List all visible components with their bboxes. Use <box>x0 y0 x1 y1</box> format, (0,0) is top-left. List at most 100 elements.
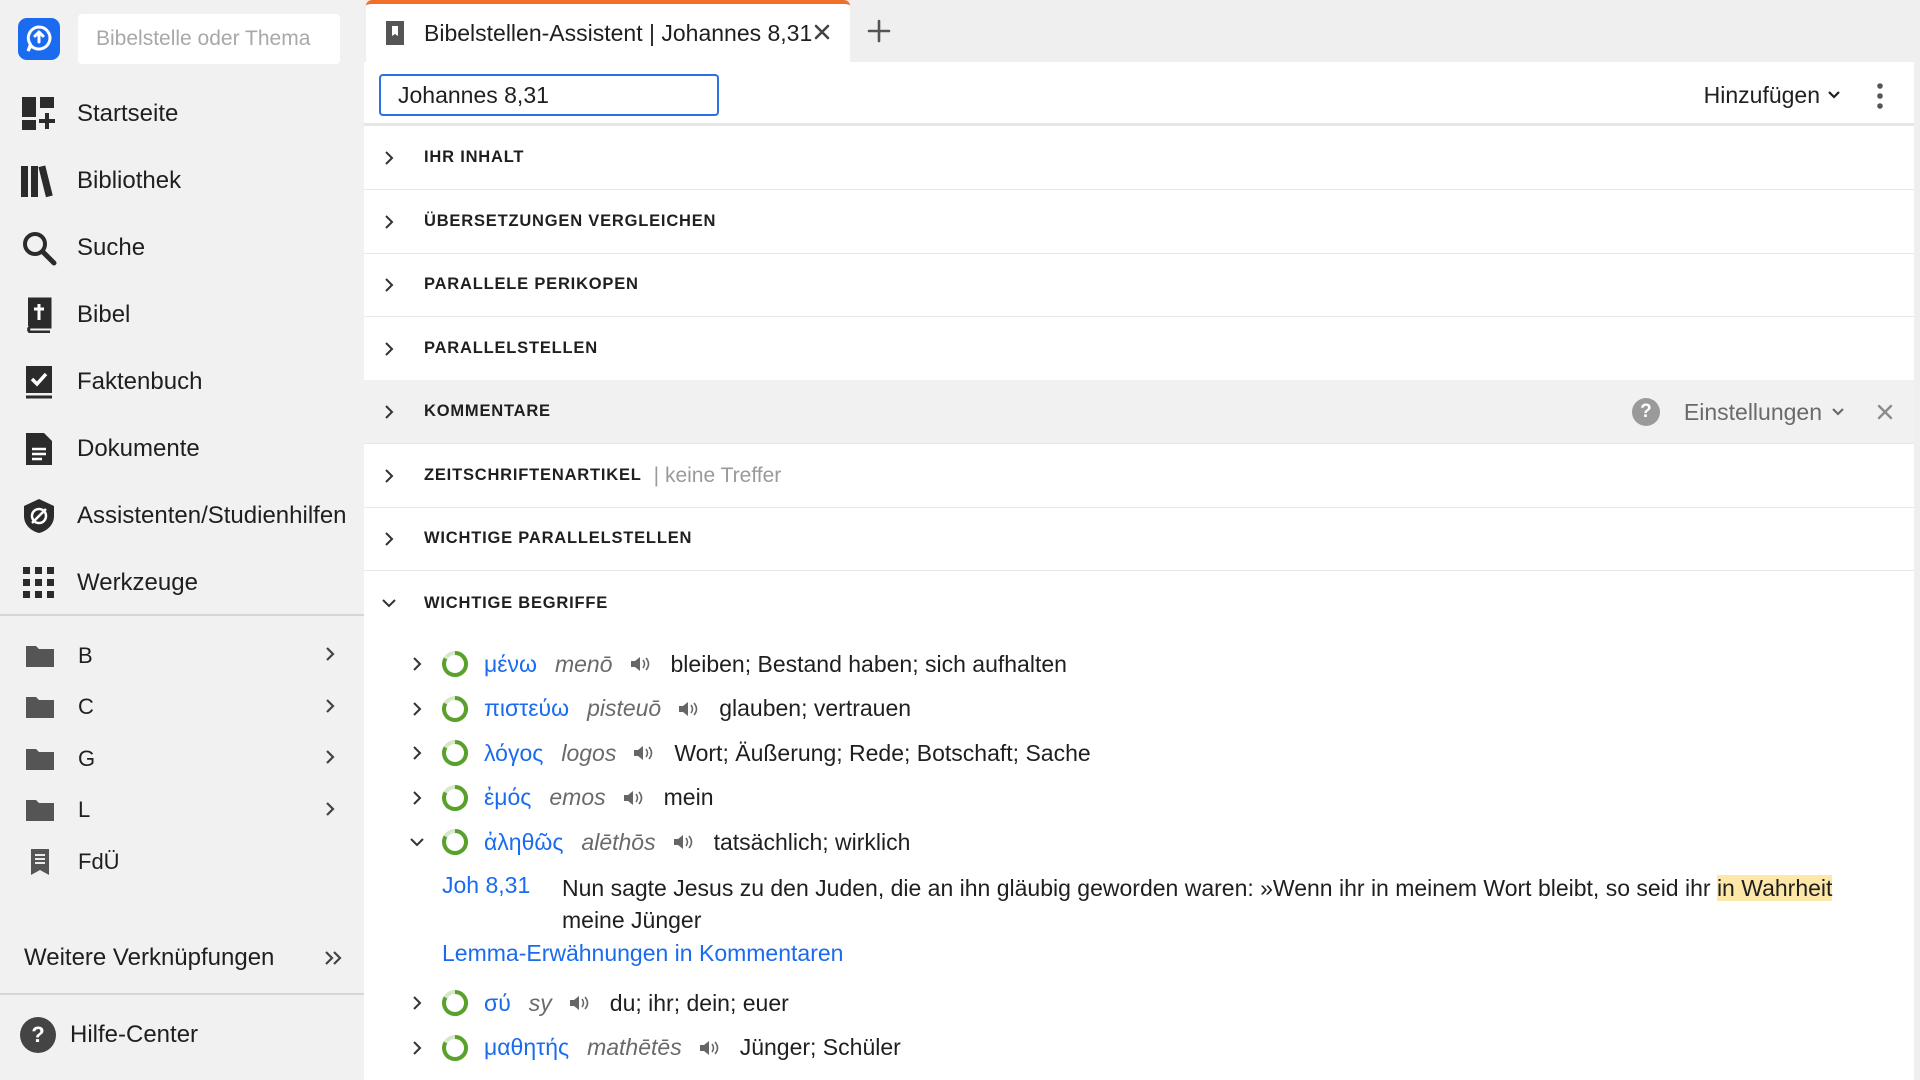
app-logo-icon[interactable] <box>18 18 60 60</box>
section-ihr-inhalt[interactable]: IHR INHALT <box>364 126 1914 190</box>
folder-icon <box>24 795 56 825</box>
folder-icon <box>24 692 56 722</box>
term-gloss: Wort; Äußerung; Rede; Botschaft; Sache <box>674 739 1091 766</box>
section-wichtige-parallelstellen[interactable]: WICHTIGE PARALLELSTELLEN <box>364 507 1914 571</box>
sidebar-item-label: Suche <box>77 233 146 261</box>
folder-label: G <box>78 745 96 771</box>
term-lemma-link[interactable]: λόγος <box>484 740 543 767</box>
term-gloss: glauben; vertrauen <box>719 695 912 721</box>
chevron-right-icon[interactable] <box>408 1039 426 1057</box>
more-vertical-icon[interactable] <box>1874 82 1886 110</box>
sidebar-item-startseite[interactable]: Startseite <box>0 80 364 147</box>
term-row: μαθητής mathētēs Jünger; Schüler <box>408 1026 901 1070</box>
section-parallelstellen[interactable]: PARALLELSTELLEN <box>364 317 1914 381</box>
term-lemma-link[interactable]: σύ <box>484 990 511 1017</box>
reference-input[interactable] <box>379 74 719 116</box>
document-icon <box>20 430 58 468</box>
term-transliteration: emos <box>549 784 606 810</box>
chevron-right-icon <box>385 214 394 229</box>
verse-reference-link[interactable]: Joh 8,31 <box>442 872 530 899</box>
settings-dropdown[interactable]: Einstellungen <box>1684 399 1846 426</box>
chevron-down-icon <box>1832 408 1844 416</box>
sidebar-item-label: Dokumente <box>77 434 200 462</box>
section-kommentare[interactable]: KOMMENTARE ? Einstellungen <box>364 380 1914 444</box>
term-gloss: tatsächlich; wirklich <box>713 828 911 855</box>
sidebar-item-dokumente[interactable]: Dokumente <box>0 415 364 482</box>
term-lemma-link[interactable]: ἀληθῶς <box>484 829 563 856</box>
verse-text-before: Nun sagte Jesus zu den Juden, die an ihn… <box>562 875 1717 901</box>
term-lemma-link[interactable]: μένω <box>484 651 537 678</box>
term-lemma-link[interactable]: μαθητής <box>484 1034 569 1061</box>
tab-passage-guide[interactable]: Bibelstellen-Assistent | Johannes 8,31 <box>366 0 850 62</box>
folder-item-l[interactable]: L <box>0 785 364 837</box>
speaker-icon[interactable] <box>677 699 699 719</box>
frequency-ring-icon <box>442 740 468 766</box>
search-input[interactable]: Bibelstelle oder Thema <box>78 14 340 64</box>
section-wichtige-begriffe[interactable]: WICHTIGE BEGRIFFE <box>364 571 1914 635</box>
more-links-button[interactable]: Weitere Verknüpfungen <box>24 940 346 976</box>
chevron-down-icon <box>1828 91 1840 99</box>
folder-label: L <box>78 797 91 823</box>
chevron-right-icon <box>385 341 394 356</box>
add-tab-icon[interactable] <box>864 16 894 46</box>
double-chevron-right-icon <box>325 951 342 965</box>
sidebar-item-faktenbuch[interactable]: Faktenbuch <box>0 348 364 415</box>
section-uebersetzungen[interactable]: ÜBERSETZUNGEN VERGLEICHEN <box>364 190 1914 254</box>
chevron-right-icon[interactable] <box>408 994 426 1012</box>
section-parallele-perikopen[interactable]: PARALLELE PERIKOPEN <box>364 253 1914 317</box>
help-icon[interactable]: ? <box>1631 398 1660 426</box>
folder-item-b[interactable]: B <box>0 630 364 682</box>
speaker-icon[interactable] <box>622 788 644 808</box>
term-lemma-link[interactable]: πιστεύω <box>484 695 569 722</box>
add-button[interactable]: Hinzufügen <box>1704 80 1842 110</box>
frequency-ring-icon <box>442 829 468 855</box>
sidebar-item-label: Bibel <box>77 300 131 328</box>
sidebar-item-bibliothek[interactable]: Bibliothek <box>0 147 364 214</box>
frequency-ring-icon <box>442 695 468 722</box>
term-row: ἐμός emos mein <box>408 776 714 820</box>
term-gloss: mein <box>663 784 714 810</box>
search-icon <box>20 229 58 267</box>
section-title: ÜBERSETZUNGEN VERGLEICHEN <box>424 212 717 230</box>
chevron-right-icon[interactable] <box>408 655 426 673</box>
chevron-right-icon <box>326 647 335 661</box>
section-tools: ? Einstellungen <box>1631 396 1896 428</box>
term-row: λόγος logos Wort; Äußerung; Rede; Botsch… <box>408 731 1091 775</box>
chevron-right-icon[interactable] <box>408 700 426 718</box>
settings-label: Einstellungen <box>1683 398 1822 425</box>
chevron-right-icon <box>326 750 335 764</box>
close-icon[interactable] <box>810 20 834 44</box>
toolbar: Hinzufügen <box>364 62 1914 126</box>
term-lemma-link[interactable]: ἐμός <box>484 784 531 811</box>
folder-item-c[interactable]: C <box>0 682 364 734</box>
term-row: μένω menō bleiben; Bestand haben; sich a… <box>408 642 1067 686</box>
section-title: PARALLELE PERIKOPEN <box>424 275 639 293</box>
frequency-ring-icon <box>442 651 468 677</box>
section-zeitschriftenartikel[interactable]: ZEITSCHRIFTENARTIKEL | keine Treffer <box>364 444 1914 508</box>
folder-item-fdue[interactable]: FdÜ <box>0 836 364 888</box>
lemma-mentions-link[interactable]: Lemma-Erwähnungen in Kommentaren <box>442 940 843 967</box>
speaker-icon[interactable] <box>632 743 654 763</box>
sidebar-item-assistenten[interactable]: Assistenten/Studienhilfen <box>0 482 364 549</box>
sidebar-item-bibel[interactable]: Bibel <box>0 281 364 348</box>
speaker-icon[interactable] <box>629 654 651 674</box>
chevron-right-icon[interactable] <box>408 789 426 807</box>
sidebar-item-suche[interactable]: Suche <box>0 214 364 281</box>
chevron-down-icon[interactable] <box>408 833 426 851</box>
help-center-button[interactable]: ? Hilfe-Center <box>20 1016 198 1054</box>
chevron-right-icon[interactable] <box>408 744 426 762</box>
chevron-right-icon <box>385 531 394 546</box>
section-title: PARALLELSTELLEN <box>424 339 598 357</box>
folder-item-g[interactable]: G <box>0 733 364 785</box>
speaker-icon[interactable] <box>568 993 590 1013</box>
speaker-icon[interactable] <box>672 832 694 852</box>
speaker-icon[interactable] <box>698 1038 720 1058</box>
tab-title: Bibelstellen-Assistent | Johannes 8,31 <box>424 19 813 46</box>
section-title: IHR INHALT <box>424 148 525 166</box>
sidebar-item-werkzeuge[interactable]: Werkzeuge <box>0 549 364 616</box>
section-title: KOMMENTARE <box>424 402 551 420</box>
term-transliteration: logos <box>561 739 617 766</box>
guide-icon <box>20 497 58 535</box>
add-button-label: Hinzufügen <box>1703 81 1820 108</box>
close-icon[interactable] <box>1874 401 1896 423</box>
